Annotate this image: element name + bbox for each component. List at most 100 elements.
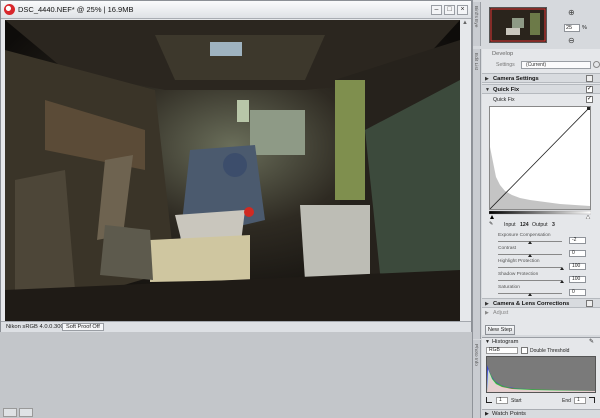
camera-lens-label: Camera & Lens Corrections bbox=[493, 301, 570, 307]
expand-arrow-icon: ▶ bbox=[485, 76, 489, 82]
input-output-row: ✎ Input 124 Output 3 bbox=[482, 221, 600, 229]
nikon-app-icon bbox=[4, 4, 15, 15]
minimized-window-2[interactable] bbox=[19, 408, 33, 417]
collapse-arrow-icon[interactable]: ▼ bbox=[485, 339, 490, 345]
camera-lens-checkbox[interactable] bbox=[586, 300, 593, 307]
maximize-button[interactable]: □ bbox=[444, 5, 455, 15]
slider-value-field[interactable]: 100 bbox=[569, 263, 586, 270]
slider-value-field[interactable]: -2 bbox=[569, 237, 586, 244]
slider-label: Highlight Protection bbox=[498, 259, 540, 264]
image-window: DSC_4440.NEF* @ 25% | 16.9MB – □ × ▲ Nik… bbox=[0, 0, 472, 332]
histogram-panel: ▼ Histogram ✎ RGB Double Threshold 1 Sta… bbox=[482, 337, 600, 409]
eyedropper-icon[interactable]: ✎ bbox=[489, 221, 493, 227]
tab-edit-list[interactable]: Edit List bbox=[473, 49, 481, 339]
edit-list-panel: Develop Settings (Current) ▶ Camera Sett… bbox=[482, 49, 600, 335]
slider-label: Exposure Compensation bbox=[498, 233, 551, 238]
color-profile-label: Nikon sRGB 4.0.0.3002 bbox=[6, 324, 67, 330]
double-threshold-checkbox[interactable] bbox=[521, 347, 528, 354]
settings-dropdown[interactable]: (Current) bbox=[521, 61, 591, 69]
slider-thumb[interactable] bbox=[528, 241, 532, 244]
quick-fix-header[interactable]: ▼ Quick Fix ✓ bbox=[482, 84, 600, 94]
palette-column: Bird's Eye Edit List Photo Info ⊕ 25 % ⊖… bbox=[472, 0, 600, 418]
histogram-options-icon[interactable]: ✎ bbox=[589, 338, 594, 345]
tab-edit-list-label: Edit List bbox=[473, 53, 478, 71]
quick-fix-checkbox[interactable]: ✓ bbox=[586, 86, 593, 93]
histogram-graph bbox=[486, 356, 596, 393]
slider-value-field[interactable]: 0 bbox=[569, 250, 586, 257]
watch-points-label: Watch Points bbox=[492, 411, 526, 417]
hist-luminance bbox=[487, 369, 595, 392]
curve-line bbox=[489, 106, 591, 210]
curve-end-point bbox=[587, 107, 590, 110]
histogram-label: Histogram bbox=[492, 339, 519, 345]
zoom-out-icon[interactable]: ⊖ bbox=[568, 36, 575, 45]
birds-eye-panel: ⊕ 25 % ⊖ bbox=[482, 4, 600, 48]
input-value: 124 bbox=[520, 222, 529, 228]
end-point-icon[interactable] bbox=[589, 397, 595, 403]
settings-label: Settings bbox=[496, 62, 515, 68]
expand-arrow-icon: ▶ bbox=[485, 301, 489, 307]
camera-lens-header[interactable]: ▶ Camera & Lens Corrections bbox=[482, 298, 600, 308]
tab-birds-eye-label: Bird's Eye bbox=[473, 6, 478, 28]
slider-thumb[interactable] bbox=[528, 254, 532, 257]
tab-photo-info[interactable]: Photo Info bbox=[473, 340, 481, 418]
tone-curve-graph bbox=[489, 106, 591, 210]
photo-canvas[interactable] bbox=[5, 20, 460, 321]
end-input[interactable]: 1 bbox=[574, 397, 586, 404]
output-value: 3 bbox=[552, 222, 555, 228]
zoom-unit: % bbox=[582, 25, 587, 31]
image-titlebar[interactable]: DSC_4440.NEF* @ 25% | 16.9MB – □ × bbox=[1, 1, 471, 19]
slider-label: Shadow Protection bbox=[498, 272, 539, 277]
quick-fix-label: Quick Fix bbox=[493, 87, 520, 93]
slider-value-field[interactable]: 0 bbox=[569, 289, 586, 296]
curve-black-point bbox=[490, 215, 494, 219]
camera-settings-header[interactable]: ▶ Camera Settings bbox=[482, 73, 600, 83]
adjust-header[interactable]: ▶ Adjust bbox=[482, 309, 600, 318]
zoom-input[interactable]: 25 bbox=[564, 24, 580, 32]
quick-fix-sub-checkbox[interactable]: ✓ bbox=[586, 96, 593, 103]
end-label: End bbox=[562, 398, 571, 404]
slider-label: Saturation bbox=[498, 285, 520, 290]
slider-track[interactable] bbox=[498, 267, 562, 268]
tone-curve[interactable] bbox=[489, 106, 591, 210]
start-label: Start bbox=[511, 398, 522, 404]
start-input[interactable]: 1 bbox=[496, 397, 508, 404]
camera-settings-label: Camera Settings bbox=[493, 76, 539, 82]
curve-input-slider[interactable] bbox=[488, 210, 592, 220]
start-point-icon[interactable] bbox=[486, 397, 492, 403]
channel-dropdown[interactable]: RGB bbox=[486, 347, 518, 354]
close-button[interactable]: × bbox=[457, 5, 468, 15]
tab-birds-eye[interactable]: Bird's Eye bbox=[473, 2, 481, 46]
minimize-button[interactable]: – bbox=[431, 5, 442, 15]
slider-thumb[interactable] bbox=[528, 293, 532, 296]
slider-thumb[interactable] bbox=[560, 267, 564, 270]
scroll-up-arrow[interactable]: ▲ bbox=[459, 20, 471, 30]
image-title: DSC_4440.NEF* @ 25% | 16.9MB bbox=[18, 5, 134, 14]
tab-photo-info-label: Photo Info bbox=[473, 344, 478, 366]
birds-eye-thumbnail[interactable] bbox=[489, 7, 547, 43]
develop-header[interactable]: Develop bbox=[482, 49, 600, 59]
soft-proof-button[interactable]: Soft Proof Off bbox=[62, 323, 104, 331]
zoom-in-icon[interactable]: ⊕ bbox=[568, 8, 575, 17]
quick-fix-sub-label: Quick Fix bbox=[493, 97, 515, 103]
quick-fix-sub-row: Quick Fix ✓ bbox=[482, 96, 600, 105]
develop-label: Develop bbox=[492, 51, 514, 57]
adjust-label: Adjust bbox=[493, 310, 509, 316]
image-statusbar: Nikon sRGB 4.0.0.3002 Soft Proof Off bbox=[1, 321, 471, 332]
slider-thumb[interactable] bbox=[560, 280, 564, 283]
curve-histogram bbox=[490, 147, 590, 209]
output-label: Output bbox=[532, 222, 548, 228]
new-step-button[interactable]: New Step bbox=[485, 325, 515, 335]
workspace-background bbox=[0, 332, 472, 418]
settings-menu-icon[interactable] bbox=[593, 61, 600, 68]
settings-row: Settings (Current) bbox=[482, 59, 600, 71]
watch-points-header[interactable]: ▶ Watch Points bbox=[482, 409, 600, 418]
slider-track[interactable] bbox=[498, 280, 562, 281]
thumbnail-image bbox=[490, 8, 546, 42]
camera-settings-checkbox[interactable] bbox=[586, 75, 593, 82]
minimized-window-1[interactable] bbox=[3, 408, 17, 417]
photo-image bbox=[5, 20, 460, 321]
input-label: Input bbox=[504, 222, 516, 228]
slider-label: Contrast bbox=[498, 246, 517, 251]
slider-value-field[interactable]: 100 bbox=[569, 276, 586, 283]
